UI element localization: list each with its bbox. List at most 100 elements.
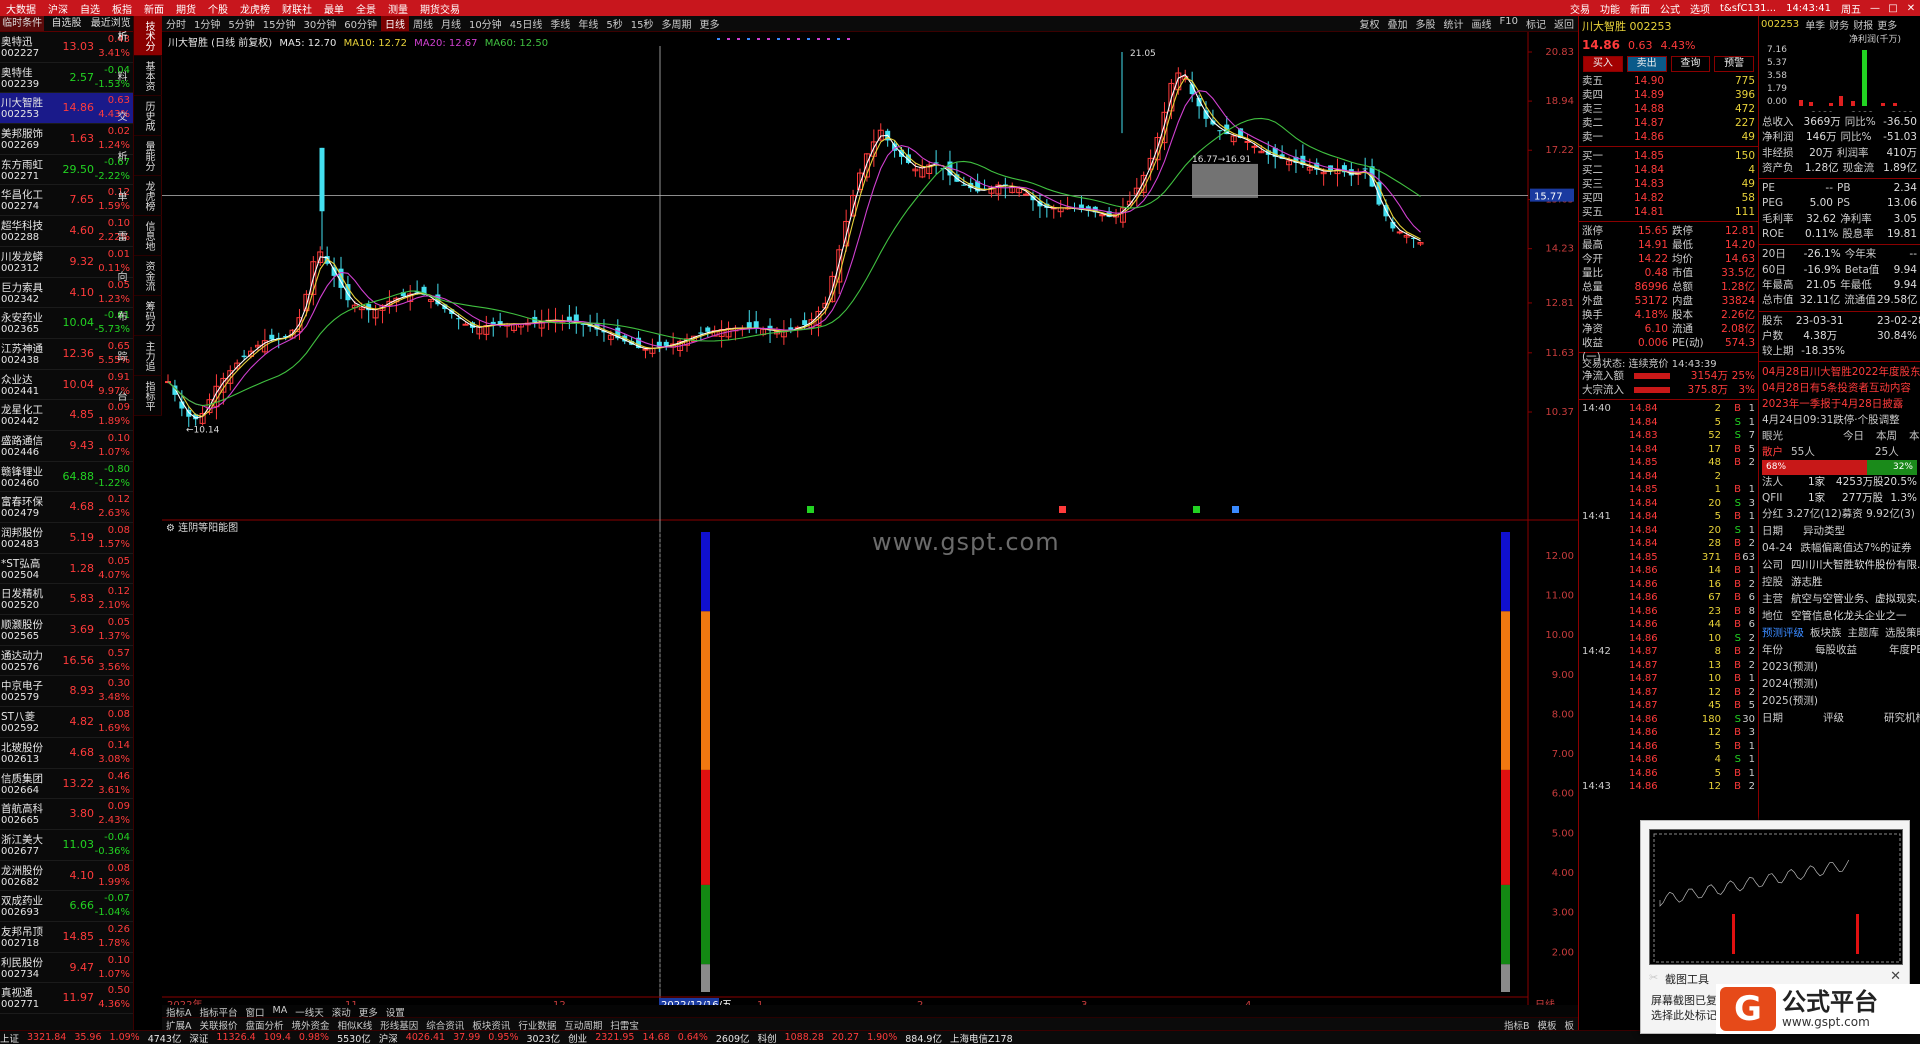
- indicator-tab-7[interactable]: 设置: [382, 1005, 409, 1019]
- news-item[interactable]: 04月28日有5条投资者互动内容: [1759, 380, 1920, 396]
- extension-tab-3[interactable]: 境外资金: [288, 1018, 334, 1032]
- tick-list[interactable]: 14:40 14.84 2 B 1 14.84 5 S 1 14.83 52 S 7 14.84 17 B 5 1…: [1579, 402, 1758, 794]
- menu-item-9[interactable]: 最单: [318, 1, 350, 16]
- order-row[interactable]: 买四 14.82 58: [1579, 191, 1758, 205]
- indicator-tab-0[interactable]: 指标A: [162, 1005, 196, 1019]
- close-icon[interactable]: ✕: [1902, 3, 1920, 14]
- news-text[interactable]: 4月24日09:31跌停·个股调整: [1759, 412, 1920, 429]
- order-row[interactable]: 卖一 14.86 49: [1579, 130, 1758, 144]
- vtab-9[interactable]: 指标平台: [115, 376, 162, 416]
- period-tab-11[interactable]: 季线: [546, 16, 574, 31]
- period-tab-2[interactable]: 5分钟: [224, 16, 258, 31]
- chart-tool-3[interactable]: 统计: [1440, 16, 1468, 31]
- stock-row[interactable]: 巨力索具 002342 4.10 0.05 1.23%: [0, 278, 133, 309]
- vtab-1[interactable]: 基本资料: [115, 56, 162, 96]
- order-row[interactable]: 买三 14.83 49: [1579, 177, 1758, 191]
- period-tab-14[interactable]: 15秒: [627, 16, 658, 31]
- order-row[interactable]: 卖五 14.90 775: [1579, 74, 1758, 88]
- period-tab-7[interactable]: 周线: [409, 16, 437, 31]
- extension-tab-1[interactable]: 关联报价: [196, 1018, 242, 1032]
- menu-item-12[interactable]: 期货交易: [414, 1, 466, 16]
- f10-tab-2[interactable]: 财报: [1853, 17, 1873, 32]
- stock-row[interactable]: 双成药业 002693 6.66 -0.07 -1.04%: [0, 891, 133, 922]
- chart-tool-2[interactable]: 多股: [1412, 16, 1440, 31]
- stock-row[interactable]: 顺灏股份 002565 3.69 0.05 1.37%: [0, 615, 133, 646]
- period-tab-1[interactable]: 1分钟: [190, 16, 224, 31]
- focus-tab[interactable]: 今日: [1843, 429, 1864, 444]
- f10-tab-1[interactable]: 财务: [1829, 17, 1849, 32]
- news-item[interactable]: 2023年一季报于4月28日披露: [1759, 396, 1920, 412]
- news-item[interactable]: 04月28日川大智胜2022年度股东...: [1759, 364, 1920, 380]
- menu-item-0[interactable]: 大数据: [0, 1, 42, 16]
- chart-tool-1[interactable]: 叠加: [1384, 16, 1412, 31]
- order-row[interactable]: 卖二 14.87 227: [1579, 116, 1758, 130]
- menu-right-item-3[interactable]: 公式: [1655, 1, 1685, 16]
- menu-item-1[interactable]: 沪深: [42, 1, 74, 16]
- stock-row[interactable]: ST八菱 002592 4.82 0.08 1.69%: [0, 707, 133, 738]
- extension-tab-4[interactable]: 相似K线: [334, 1018, 377, 1032]
- stock-row[interactable]: 盛路通信 002446 9.43 0.10 1.07%: [0, 431, 133, 462]
- stock-row[interactable]: 利民股份 002734 9.47 0.10 1.07%: [0, 953, 133, 984]
- indicator-tab-2[interactable]: 窗口: [242, 1005, 269, 1019]
- period-tab-13[interactable]: 5秒: [602, 16, 626, 31]
- menu-item-6[interactable]: 个股: [202, 1, 234, 16]
- stock-row[interactable]: 首航高科 002665 3.80 0.09 2.43%: [0, 799, 133, 830]
- screenshot-thumbnail[interactable]: [1649, 829, 1903, 965]
- menu-right-item-1[interactable]: 功能: [1595, 1, 1625, 16]
- vtab-5[interactable]: 信息地雷: [115, 216, 162, 256]
- stock-row[interactable]: 富春环保 002479 4.68 0.12 2.63%: [0, 492, 133, 523]
- indicator-gear-icon[interactable]: ⚙: [166, 523, 175, 534]
- stock-row[interactable]: 北玻股份 002613 4.68 0.14 3.08%: [0, 738, 133, 769]
- predict-tab[interactable]: 选股策略: [1885, 627, 1920, 639]
- extension-tab-2[interactable]: 盘面分析: [242, 1018, 288, 1032]
- period-tab-12[interactable]: 年线: [574, 16, 602, 31]
- menu-right-item-0[interactable]: 交易: [1565, 1, 1595, 16]
- vtab-8[interactable]: 主力追踪: [115, 336, 162, 376]
- stock-row[interactable]: 龙洲股份 002682 4.10 0.08 1.99%: [0, 861, 133, 892]
- menu-item-7[interactable]: 龙虎榜: [234, 1, 276, 16]
- stock-row[interactable]: 龙星化工 002442 4.85 0.09 1.89%: [0, 400, 133, 431]
- indicator-tab-4[interactable]: 一线天: [291, 1005, 328, 1019]
- indicator-tab-3[interactable]: MA: [269, 1005, 292, 1017]
- vtab-7[interactable]: 筹码分布: [115, 296, 162, 336]
- menu-item-8[interactable]: 财联社: [276, 1, 318, 16]
- trade-btn-1[interactable]: 卖出: [1626, 56, 1667, 72]
- order-row[interactable]: 买五 14.81 111: [1579, 205, 1758, 219]
- extension-tab-7[interactable]: 板块资讯: [468, 1018, 514, 1032]
- stock-list-tab-2[interactable]: 最近浏览: [89, 16, 133, 31]
- trade-btn-0[interactable]: 买入: [1583, 56, 1623, 72]
- period-tab-6[interactable]: 日线: [380, 16, 409, 31]
- stock-list-tab-1[interactable]: 自选股: [44, 16, 88, 31]
- extension-tab-6[interactable]: 综合资讯: [422, 1018, 468, 1032]
- popup-close-icon[interactable]: ✕: [1890, 969, 1901, 984]
- indicator-tab-6[interactable]: 更多: [355, 1005, 382, 1019]
- stock-row[interactable]: 浙江美大 002677 11.03 -0.04 -0.36%: [0, 830, 133, 861]
- period-tab-5[interactable]: 60分钟: [340, 16, 381, 31]
- vtab-0[interactable]: 技术分析: [115, 16, 162, 56]
- indicator-tab-1[interactable]: 指标平台: [196, 1005, 242, 1019]
- stock-row[interactable]: 真视通 002771 11.97 0.50 4.36%: [0, 983, 133, 1014]
- vtab-6[interactable]: 资金流向: [115, 256, 162, 296]
- stock-row[interactable]: 润邦股份 002483 5.19 0.08 1.57%: [0, 523, 133, 554]
- period-tab-16[interactable]: 更多: [696, 16, 724, 31]
- menu-right-item-5[interactable]: t&sfC131...: [1715, 3, 1781, 14]
- order-row[interactable]: 买一 14.85 150: [1579, 149, 1758, 163]
- predict-tab[interactable]: 预测评级: [1762, 627, 1804, 639]
- chart-tool-4[interactable]: 画线: [1468, 16, 1496, 31]
- stock-row[interactable]: 通达动力 002576 16.56 0.57 3.56%: [0, 646, 133, 677]
- stock-row[interactable]: 赣锋锂业 002460 64.88 -0.80 -1.22%: [0, 462, 133, 493]
- chart-tool-0[interactable]: 复权: [1356, 16, 1384, 31]
- period-tab-4[interactable]: 30分钟: [299, 16, 340, 31]
- menu-item-4[interactable]: 新面: [138, 1, 170, 16]
- order-row[interactable]: 卖三 14.88 472: [1579, 102, 1758, 116]
- chart-tool-5[interactable]: F10: [1496, 16, 1522, 31]
- extension-tab-10[interactable]: 扫雷宝: [606, 1018, 643, 1032]
- minimize-icon[interactable]: —: [1866, 3, 1884, 14]
- stock-row[interactable]: 友邦吊顶 002718 14.85 0.26 1.78%: [0, 922, 133, 953]
- f10-tab-0[interactable]: 单季: [1805, 17, 1825, 32]
- extension-tab-9[interactable]: 互动周期: [560, 1018, 606, 1032]
- indicator-tab-5[interactable]: 滚动: [328, 1005, 355, 1019]
- order-row[interactable]: 卖四 14.89 396: [1579, 88, 1758, 102]
- stock-row[interactable]: 信质集团 002664 13.22 0.46 3.61%: [0, 769, 133, 800]
- kline-chart-area[interactable]: 20.8318.9417.2215.6514.2312.8111.6310.37…: [162, 32, 1578, 1015]
